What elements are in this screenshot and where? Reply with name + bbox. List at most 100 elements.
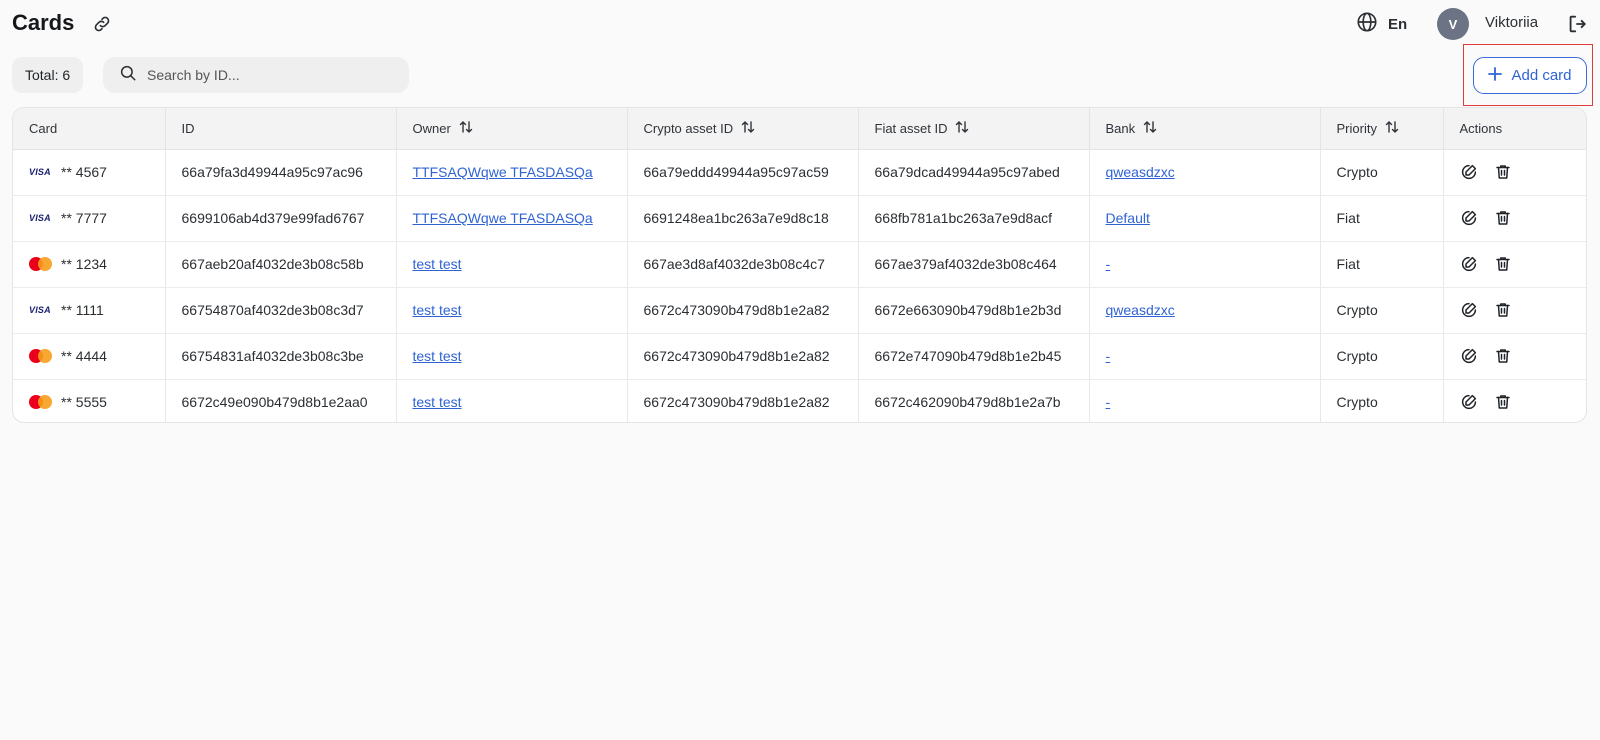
edit-icon[interactable] (1460, 347, 1478, 365)
id-cell: 66754831af4032de3b08c3be (165, 333, 397, 380)
crypto-asset-id-cell: 66a79eddd49944a95c97ac59 (627, 149, 859, 196)
priority-cell: Fiat (1320, 241, 1444, 288)
bank-link[interactable]: qweasdzxc (1106, 164, 1175, 180)
search-box (103, 57, 409, 93)
actions-cell (1443, 149, 1586, 196)
fiat-asset-id-cell: 6672c462090b479d8b1e2a7b (858, 379, 1090, 422)
card-cell: ** 5555 (13, 379, 166, 422)
card-number: ** 5555 (61, 394, 107, 411)
owner-cell: TTFSAQWqwe TFASDASQa (396, 149, 628, 196)
actions-cell (1443, 241, 1586, 288)
card-number: ** 4567 (61, 164, 107, 180)
owner-link[interactable]: test test (413, 394, 462, 410)
crypto-asset-id-cell: 6672c473090b479d8b1e2a82 (627, 333, 859, 380)
bank-link[interactable]: - (1106, 394, 1111, 410)
column-header-fiat-asset-id[interactable]: Fiat asset ID (858, 108, 1090, 150)
column-header-actions: Actions (1443, 108, 1586, 150)
cards-table: Card ID Owner Crypto asset ID Fiat asset… (12, 107, 1587, 423)
add-card-button[interactable]: Add card (1473, 57, 1587, 94)
search-input[interactable] (147, 67, 387, 83)
owner-link[interactable]: TTFSAQWqwe TFASDASQa (413, 164, 593, 180)
table-row: VISA ** 1111 66754870af4032de3b08c3d7 te… (13, 287, 1586, 334)
fiat-asset-id-cell: 6672e747090b479d8b1e2b45 (858, 333, 1090, 380)
fiat-asset-id-cell: 66a79dcad49944a95c97abed (858, 149, 1090, 196)
owner-link[interactable]: test test (413, 256, 462, 272)
column-header-owner[interactable]: Owner (396, 108, 628, 150)
table-row: ** 5555 6672c49e090b479d8b1e2aa0 test te… (13, 379, 1586, 422)
bank-cell: Default (1089, 195, 1321, 242)
visa-icon: VISA (29, 167, 51, 177)
visa-icon: VISA (29, 305, 51, 315)
bank-link[interactable]: qweasdzxc (1106, 302, 1175, 318)
actions-cell (1443, 195, 1586, 242)
priority-cell: Crypto (1320, 333, 1444, 380)
id-cell: 66754870af4032de3b08c3d7 (165, 287, 397, 334)
card-number: ** 4444 (61, 348, 107, 364)
owner-cell: TTFSAQWqwe TFASDASQa (396, 195, 628, 242)
edit-icon[interactable] (1460, 163, 1478, 181)
language-switcher[interactable]: En (1356, 11, 1407, 38)
logout-icon[interactable] (1566, 13, 1588, 35)
column-header-priority[interactable]: Priority (1320, 108, 1444, 150)
mastercard-icon (29, 395, 53, 410)
card-number: ** 7777 (61, 210, 107, 226)
card-cell: VISA ** 4567 (13, 149, 166, 196)
column-header-id: ID (165, 108, 397, 150)
edit-icon[interactable] (1460, 301, 1478, 319)
owner-cell: test test (396, 287, 628, 334)
fiat-asset-id-cell: 6672e663090b479d8b1e2b3d (858, 287, 1090, 334)
sort-icon[interactable] (955, 120, 969, 137)
owner-link[interactable]: test test (413, 348, 462, 364)
trash-icon[interactable] (1494, 255, 1512, 273)
visa-icon: VISA (29, 213, 51, 223)
owner-link[interactable]: TTFSAQWqwe TFASDASQa (413, 210, 593, 226)
id-cell: 66a79fa3d49944a95c97ac96 (165, 149, 397, 196)
sort-icon[interactable] (1143, 120, 1157, 137)
plus-icon (1488, 66, 1503, 85)
table-row: VISA ** 4567 66a79fa3d49944a95c97ac96 TT… (13, 149, 1586, 196)
actions-cell (1443, 379, 1586, 422)
bank-cell: qweasdzxc (1089, 287, 1321, 334)
column-header-crypto-asset-id[interactable]: Crypto asset ID (627, 108, 859, 150)
card-cell: VISA ** 7777 (13, 195, 166, 242)
fiat-asset-id-cell: 668fb781a1bc263a7e9d8acf (858, 195, 1090, 242)
priority-cell: Fiat (1320, 195, 1444, 242)
bank-cell: - (1089, 333, 1321, 380)
sort-icon[interactable] (741, 120, 755, 137)
bank-link[interactable]: Default (1106, 210, 1150, 226)
priority-cell: Crypto (1320, 287, 1444, 334)
user-name: Viktoriia (1485, 14, 1539, 31)
priority-cell: Crypto (1320, 149, 1444, 196)
bank-link[interactable]: - (1106, 348, 1111, 364)
trash-icon[interactable] (1494, 347, 1512, 365)
edit-icon[interactable] (1460, 393, 1478, 411)
crypto-asset-id-cell: 6672c473090b479d8b1e2a82 (627, 287, 859, 334)
globe-icon (1356, 11, 1378, 38)
edit-icon[interactable] (1460, 209, 1478, 227)
trash-icon[interactable] (1494, 163, 1512, 181)
edit-icon[interactable] (1460, 255, 1478, 273)
bank-cell: - (1089, 241, 1321, 288)
table-row: ** 1234 667aeb20af4032de3b08c58b test te… (13, 241, 1586, 288)
link-icon[interactable] (92, 14, 112, 34)
sort-icon[interactable] (1385, 120, 1399, 137)
mastercard-icon (29, 349, 53, 363)
crypto-asset-id-cell: 6691248ea1bc263a7e9d8c18 (627, 195, 859, 242)
id-cell: 667aeb20af4032de3b08c58b (165, 241, 397, 288)
actions-cell (1443, 287, 1586, 334)
trash-icon[interactable] (1494, 301, 1512, 319)
column-header-bank[interactable]: Bank (1089, 108, 1321, 150)
card-cell: ** 1234 (13, 241, 166, 288)
bank-link[interactable]: - (1106, 256, 1111, 272)
add-card-label: Add card (1511, 67, 1572, 84)
bank-cell: - (1089, 379, 1321, 422)
trash-icon[interactable] (1494, 393, 1512, 411)
table-row: VISA ** 7777 6699106ab4d379e99fad6767 TT… (13, 195, 1586, 242)
crypto-asset-id-cell: 6672c473090b479d8b1e2a82 (627, 379, 859, 422)
avatar[interactable]: V (1437, 8, 1469, 40)
owner-link[interactable]: test test (413, 302, 462, 318)
trash-icon[interactable] (1494, 209, 1512, 227)
owner-cell: test test (396, 333, 628, 380)
sort-icon[interactable] (459, 120, 473, 137)
card-number: ** 1111 (61, 302, 104, 318)
